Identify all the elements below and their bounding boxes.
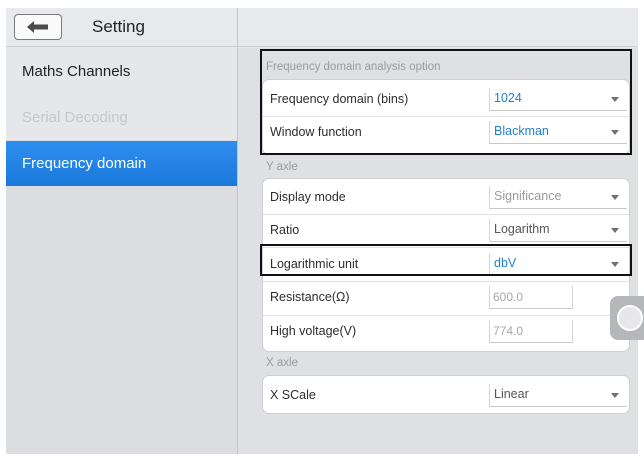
row-ratio[interactable]: Ratio Logarithm bbox=[263, 216, 629, 245]
high-voltage-value: 774.0 bbox=[493, 324, 524, 338]
sidebar-item-label: Frequency domain bbox=[22, 155, 147, 172]
frequency-options-card: Frequency domain (bins) 1024 Window func… bbox=[262, 79, 630, 155]
log-unit-value: dbV bbox=[494, 256, 517, 270]
x-scale-select[interactable]: Linear bbox=[489, 384, 627, 407]
row-divider bbox=[263, 214, 629, 215]
row-frequency-bins[interactable]: Frequency domain (bins) 1024 bbox=[263, 85, 629, 114]
ratio-select[interactable]: Logarithm bbox=[489, 219, 627, 242]
display-mode-label: Display mode bbox=[270, 190, 346, 204]
chevron-down-icon bbox=[611, 393, 619, 398]
back-button[interactable] bbox=[14, 14, 62, 40]
chevron-down-icon bbox=[611, 195, 619, 200]
bins-value: 1024 bbox=[494, 91, 522, 105]
row-display-mode[interactable]: Display mode Significance bbox=[263, 183, 629, 212]
chevron-down-icon bbox=[611, 262, 619, 267]
bins-label: Frequency domain (bins) bbox=[270, 92, 409, 106]
x-axle-card: X SCale Linear bbox=[262, 375, 630, 414]
high-voltage-label: High voltage(V) bbox=[270, 324, 357, 338]
chevron-down-icon bbox=[611, 97, 619, 102]
sidebar-item-label: Maths Channels bbox=[22, 62, 131, 80]
row-divider bbox=[263, 247, 629, 248]
row-logarithmic-unit[interactable]: Logarithmic unit dbV bbox=[263, 250, 629, 279]
section-title-x-axle: X axle bbox=[266, 357, 298, 369]
sidebar: Maths Channels Serial Decoding Frequency… bbox=[6, 48, 237, 454]
sidebar-item-serial-decoding[interactable]: Serial Decoding bbox=[6, 94, 237, 140]
sidebar-item-label: Serial Decoding bbox=[22, 108, 128, 126]
chevron-down-icon bbox=[611, 228, 619, 233]
x-scale-label: X SCale bbox=[270, 388, 316, 402]
display-mode-select[interactable]: Significance bbox=[489, 186, 627, 209]
assistive-touch-button[interactable] bbox=[610, 296, 644, 340]
sidebar-item-maths-channels[interactable]: Maths Channels bbox=[6, 48, 237, 94]
log-unit-label: Logarithmic unit bbox=[270, 257, 359, 271]
row-high-voltage[interactable]: High voltage(V) 774.0 bbox=[263, 317, 629, 346]
resistance-value: 600.0 bbox=[493, 290, 524, 304]
row-divider bbox=[263, 315, 629, 316]
assistive-touch-icon bbox=[617, 305, 643, 331]
resistance-label: Resistance(Ω) bbox=[270, 290, 350, 304]
section-title-y-axle: Y axle bbox=[266, 161, 298, 173]
log-unit-select[interactable]: dbV bbox=[489, 253, 627, 276]
y-axle-card: Display mode Significance Ratio Logarith… bbox=[262, 178, 630, 352]
sidebar-item-frequency-domain[interactable]: Frequency domain bbox=[6, 141, 237, 186]
high-voltage-input[interactable]: 774.0 bbox=[489, 320, 573, 343]
page-title: Setting bbox=[92, 17, 145, 36]
back-arrow-icon bbox=[27, 21, 48, 33]
row-resistance[interactable]: Resistance(Ω) 600.0 bbox=[263, 283, 629, 312]
row-x-scale[interactable]: X SCale Linear bbox=[263, 381, 629, 410]
section-title-frequency: Frequency domain analysis option bbox=[266, 61, 441, 73]
display-mode-value: Significance bbox=[494, 189, 562, 203]
settings-window: Setting Maths Channels Serial Decoding F… bbox=[6, 8, 638, 454]
settings-content: Frequency domain analysis option Frequen… bbox=[238, 48, 638, 454]
window-select[interactable]: Blackman bbox=[489, 121, 627, 144]
resistance-input[interactable]: 600.0 bbox=[489, 286, 573, 309]
ratio-value: Logarithm bbox=[494, 222, 550, 236]
row-window-function[interactable]: Window function Blackman bbox=[263, 118, 629, 147]
ratio-label: Ratio bbox=[270, 223, 300, 237]
row-divider bbox=[263, 281, 629, 282]
bins-select[interactable]: 1024 bbox=[489, 88, 627, 111]
header-right bbox=[238, 8, 638, 47]
window-label: Window function bbox=[270, 125, 362, 139]
row-divider bbox=[263, 116, 629, 117]
x-scale-value: Linear bbox=[494, 387, 529, 401]
header-left: Setting bbox=[6, 8, 237, 47]
window-value: Blackman bbox=[494, 124, 549, 138]
chevron-down-icon bbox=[611, 130, 619, 135]
